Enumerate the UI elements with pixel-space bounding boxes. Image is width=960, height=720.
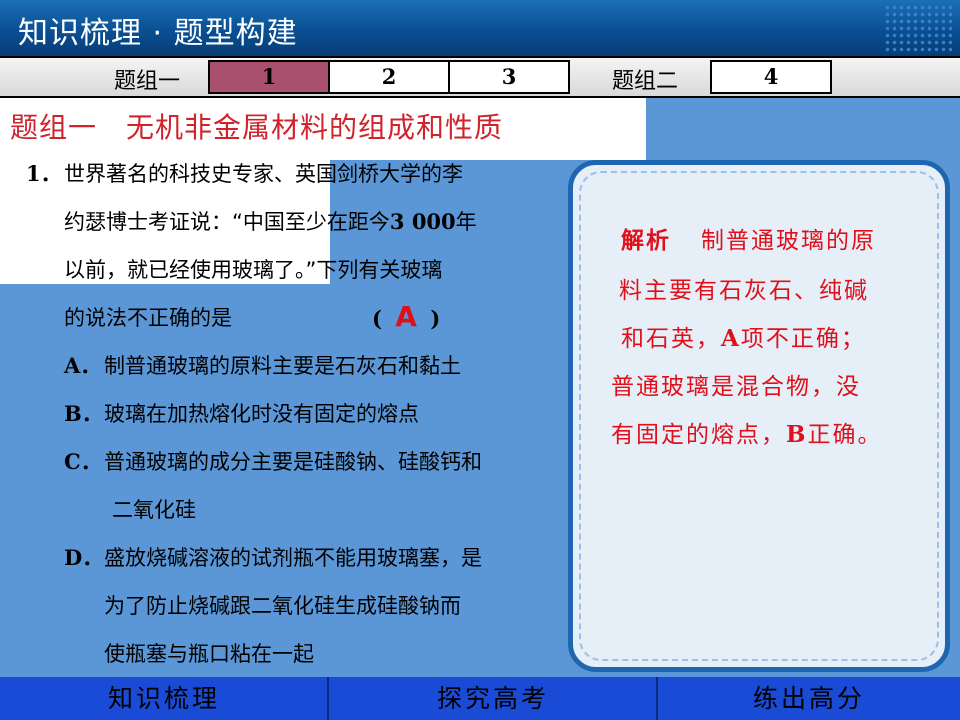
option-d-text-2: 为了防止烧碱跟二氧化硅生成硅酸钠而 bbox=[104, 594, 461, 618]
group1-label: 题组一 bbox=[114, 69, 181, 94]
question-tab-bar: 题组一 1 2 3 题组二 4 bbox=[0, 56, 960, 98]
analysis-line-3: 和石英，A项不正确； bbox=[621, 325, 866, 352]
option-d-text-1: 盛放烧碱溶液的试剂瓶不能用玻璃塞，是 bbox=[104, 546, 482, 570]
option-d-text-3: 使瓶塞与瓶口粘在一起 bbox=[104, 642, 314, 666]
tab-question-4[interactable]: 4 bbox=[710, 60, 832, 94]
analysis-line-1: 制普通玻璃的原 bbox=[701, 228, 876, 254]
title-bar: 知识梳理 · 题型构建 bbox=[0, 0, 960, 56]
option-c-text-1: 普通玻璃的成分主要是硅酸钠、硅酸钙和 bbox=[104, 450, 482, 474]
group2-label: 题组二 bbox=[612, 69, 679, 94]
analysis-line-4: 普通玻璃是混合物，没 bbox=[611, 374, 861, 400]
question-line-4: 的说法不正确的是 bbox=[64, 306, 232, 330]
question-line-1: 世界著名的科技史专家、英国剑桥大学的李 bbox=[64, 162, 463, 186]
answer-blank: ( A ) bbox=[372, 300, 441, 333]
analysis-line-5: 有固定的熔点，B正确。 bbox=[611, 421, 883, 448]
decorative-dots bbox=[884, 4, 954, 52]
option-a-letter: A． bbox=[64, 353, 102, 378]
page-title: 知识梳理 · 题型构建 bbox=[18, 16, 298, 51]
question-line-2: 约瑟博士考证说：“中国至少在距今3 000年 bbox=[64, 209, 477, 234]
analysis-panel: 解析 制普通玻璃的原 料主要有石灰石、纯碱 和石英，A项不正确； 普通玻璃是混合… bbox=[568, 160, 950, 672]
tab-question-1[interactable]: 1 bbox=[208, 60, 330, 94]
option-b-letter: B． bbox=[64, 401, 103, 426]
option-d-letter: D． bbox=[64, 545, 104, 570]
footer-nav: 知识梳理 探究高考 练出高分 bbox=[0, 677, 960, 720]
footer-link-explore[interactable]: 探究高考 bbox=[329, 677, 657, 720]
tab-question-3[interactable]: 3 bbox=[448, 60, 570, 94]
analysis-line-2: 料主要有石灰石、纯碱 bbox=[619, 278, 869, 304]
question-number: 1． bbox=[26, 161, 62, 186]
footer-link-knowledge[interactable]: 知识梳理 bbox=[0, 677, 328, 720]
option-c-text-2: 二氧化硅 bbox=[112, 498, 196, 522]
question-line-3: 以前，就已经使用玻璃了。”下列有关玻璃 bbox=[64, 258, 443, 282]
answer-letter: A bbox=[395, 300, 417, 333]
option-b-text: 玻璃在加热熔化时没有固定的熔点 bbox=[104, 402, 419, 426]
option-c-letter: C． bbox=[64, 449, 102, 474]
section-heading: 题组一 无机非金属材料的组成和性质 bbox=[10, 111, 504, 144]
footer-link-practice[interactable]: 练出高分 bbox=[658, 677, 960, 720]
analysis-label: 解析 bbox=[621, 228, 671, 254]
option-a-text: 制普通玻璃的原料主要是石灰石和黏土 bbox=[104, 354, 461, 378]
tab-question-2[interactable]: 2 bbox=[328, 60, 450, 94]
